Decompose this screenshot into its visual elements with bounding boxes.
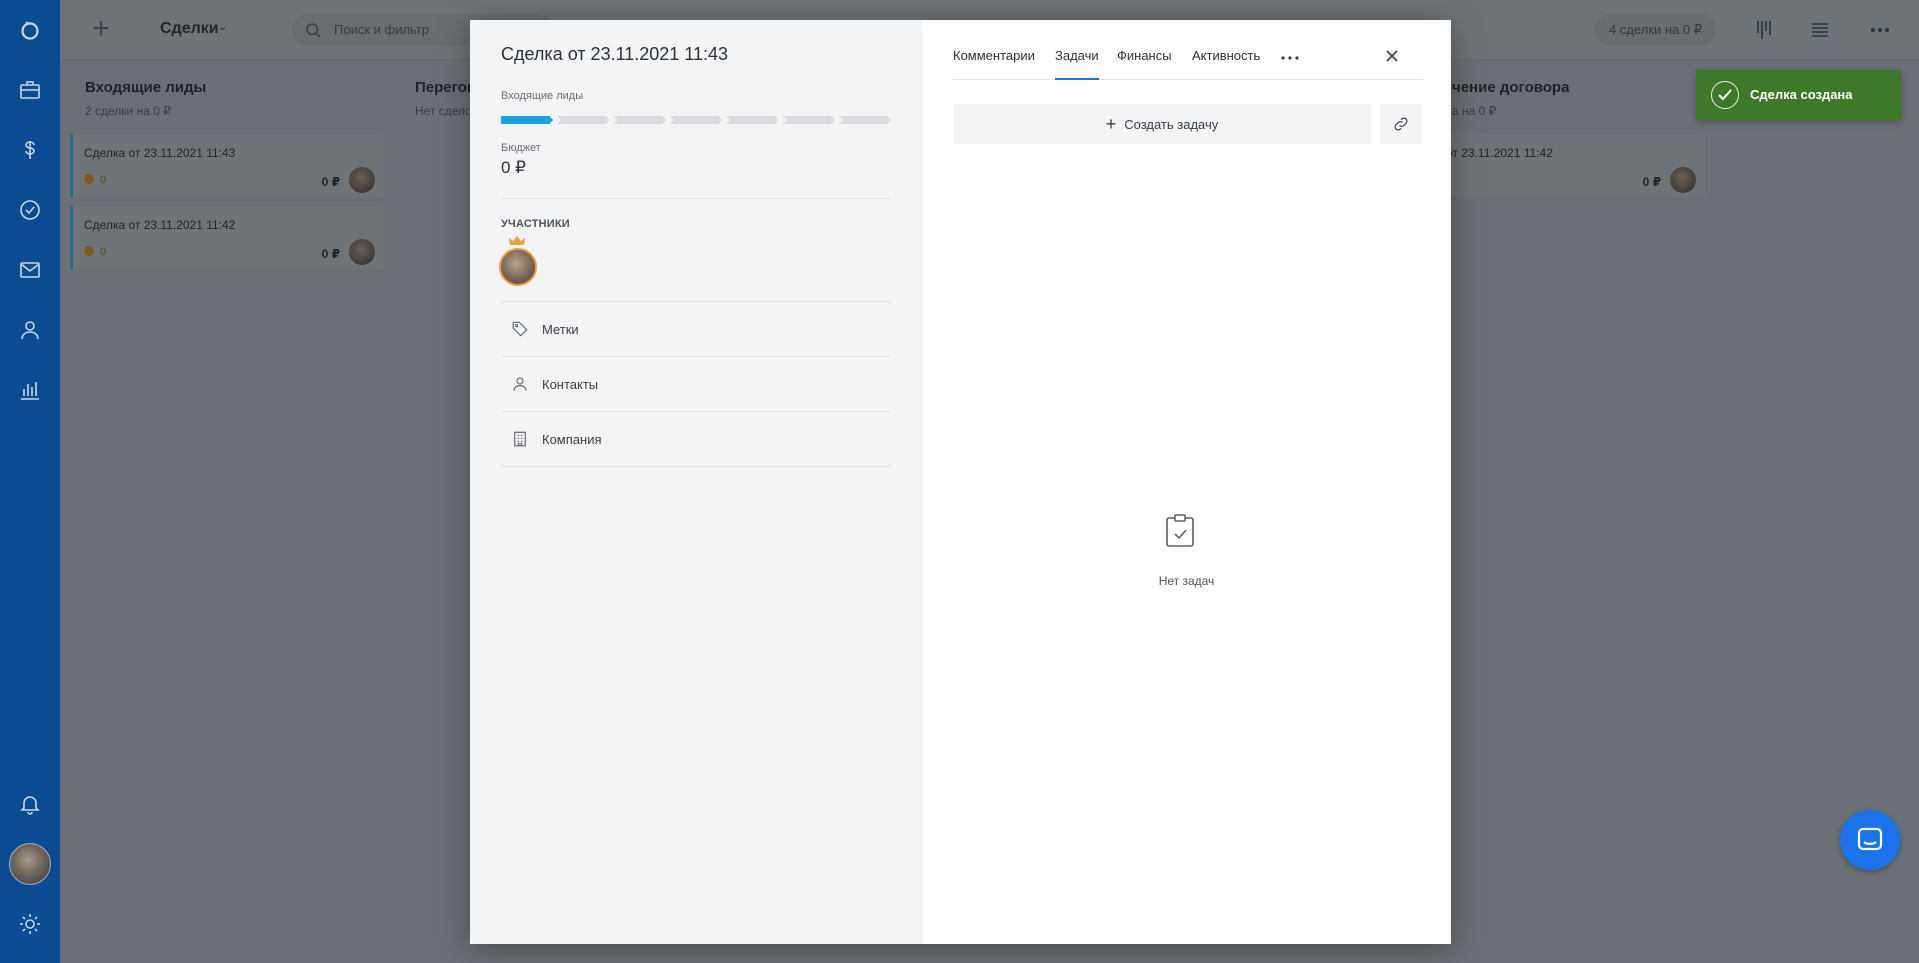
- deal-card-amount: 0 ₽: [321, 175, 340, 189]
- company-row[interactable]: Компания: [501, 412, 891, 467]
- stage-segment[interactable]: [726, 116, 778, 124]
- notifications-bell-icon[interactable]: [0, 784, 60, 824]
- toast-text: Сделка создана: [1750, 87, 1853, 102]
- analytics-chart-icon[interactable]: [0, 370, 60, 410]
- chat-icon: [1857, 827, 1883, 851]
- column-title: чение договора: [1452, 79, 1570, 96]
- deal-card-amount: 0 ₽: [321, 247, 340, 261]
- mail-icon[interactable]: [0, 250, 60, 290]
- contacts-row[interactable]: Контакты: [501, 357, 891, 412]
- more-dots-icon[interactable]: [1868, 18, 1892, 42]
- search-icon: [306, 23, 321, 38]
- column-subtitle: а на 0 ₽: [1452, 104, 1497, 118]
- deal-card-title: Сделка от 23.11.2021 11:42: [84, 218, 236, 232]
- link-button[interactable]: [1380, 104, 1422, 144]
- empty-tasks-text: Нет задач: [1158, 574, 1215, 588]
- column-subtitle: 2 сделки на 0 ₽: [85, 104, 171, 118]
- stage-label: Входящие лиды: [501, 90, 584, 102]
- budget-label: Бюджет: [501, 142, 541, 154]
- stage-segment[interactable]: [839, 116, 891, 124]
- deal-tabs-panel: Комментарии Задачи Финансы Активность + …: [922, 20, 1451, 944]
- column-subtitle: Нет сделок: [415, 104, 478, 118]
- list-view-icon[interactable]: [1808, 18, 1832, 42]
- deals-summary-badge: 4 сделки на 0 ₽: [1595, 14, 1717, 46]
- contacts-person-icon[interactable]: [0, 310, 60, 350]
- left-sidebar: [0, 0, 60, 963]
- deal-details-panel: Сделка от 23.11.2021 11:43 Входящие лиды…: [470, 20, 922, 944]
- deal-card-badge: 0: [84, 246, 106, 258]
- stage-segment[interactable]: [670, 116, 722, 124]
- search-placeholder: Поиск и фильтр: [334, 22, 429, 37]
- deal-card-badge: 0: [84, 174, 106, 186]
- participants-label: УЧАСТНИКИ: [501, 218, 570, 230]
- chevron-down-icon[interactable]: ⌄: [218, 20, 227, 33]
- company-label: Компания: [542, 432, 602, 447]
- user-avatar[interactable]: [9, 843, 51, 885]
- create-task-button[interactable]: + Создать задачу: [953, 104, 1371, 144]
- close-icon[interactable]: [1384, 48, 1400, 64]
- coin-icon: [84, 246, 94, 256]
- deal-card-title: Сделка от 23.11.2021 11:43: [84, 146, 236, 160]
- tab-finance[interactable]: Финансы: [1117, 48, 1172, 80]
- deal-card-title: от 23.11.2021 11:42: [1446, 146, 1553, 160]
- deal-card[interactable]: Сделка от 23.11.2021 11:42 0 0 ₽: [70, 206, 384, 270]
- clipboard-check-icon: [1166, 514, 1194, 547]
- kanban-view-icon[interactable]: [1753, 18, 1777, 42]
- deal-modal: Сделка от 23.11.2021 11:43 Входящие лиды…: [470, 20, 1451, 944]
- link-icon: [1394, 117, 1408, 131]
- section-title[interactable]: Сделки: [160, 20, 219, 38]
- add-plus-icon[interactable]: +: [85, 14, 117, 46]
- tag-icon: [512, 321, 528, 337]
- app-logo-icon[interactable]: [0, 10, 60, 50]
- tasks-check-icon[interactable]: [0, 190, 60, 230]
- success-toast[interactable]: Сделка создана: [1696, 70, 1901, 120]
- tags-label: Метки: [542, 322, 579, 337]
- contacts-label: Контакты: [542, 377, 599, 392]
- avatar: [1670, 167, 1696, 193]
- stage-segment[interactable]: [614, 116, 666, 124]
- tab-bar: Комментарии Задачи Финансы Активность: [953, 20, 1423, 80]
- avatar: [349, 167, 375, 193]
- stage-segment[interactable]: [782, 116, 834, 124]
- divider: [501, 198, 891, 199]
- deal-title[interactable]: Сделка от 23.11.2021 11:43: [501, 44, 728, 65]
- column-title: Входящие лиды: [85, 79, 207, 96]
- participant-avatar[interactable]: [499, 248, 537, 286]
- finance-dollar-icon[interactable]: [0, 130, 60, 170]
- stage-segment[interactable]: [501, 116, 553, 124]
- person-icon: [513, 377, 527, 391]
- tab-comments[interactable]: Комментарии: [953, 48, 1035, 80]
- create-task-label: Создать задачу: [1124, 116, 1219, 132]
- building-icon: [514, 431, 526, 447]
- coin-icon: [84, 174, 94, 184]
- deal-card[interactable]: Сделка от 23.11.2021 11:43 0 0 ₽: [70, 134, 384, 198]
- check-circle-icon: [1711, 81, 1739, 109]
- tags-row[interactable]: Метки: [501, 302, 891, 357]
- support-chat-button[interactable]: [1840, 810, 1900, 870]
- tab-activity[interactable]: Активность: [1192, 48, 1260, 80]
- settings-gear-icon[interactable]: [0, 904, 60, 944]
- more-dots-icon[interactable]: [1280, 54, 1300, 62]
- column-title: Перегов: [415, 79, 477, 96]
- stage-progress[interactable]: [501, 116, 891, 124]
- deal-card-amount: 0 ₽: [1642, 175, 1661, 189]
- tab-tasks[interactable]: Задачи: [1055, 48, 1099, 80]
- budget-value[interactable]: 0 ₽: [501, 158, 526, 178]
- stage-segment[interactable]: [557, 116, 609, 124]
- divider: [501, 466, 891, 467]
- crown-icon: [509, 236, 525, 245]
- avatar: [349, 239, 375, 265]
- deals-briefcase-icon[interactable]: [0, 70, 60, 110]
- plus-icon: +: [1105, 114, 1117, 134]
